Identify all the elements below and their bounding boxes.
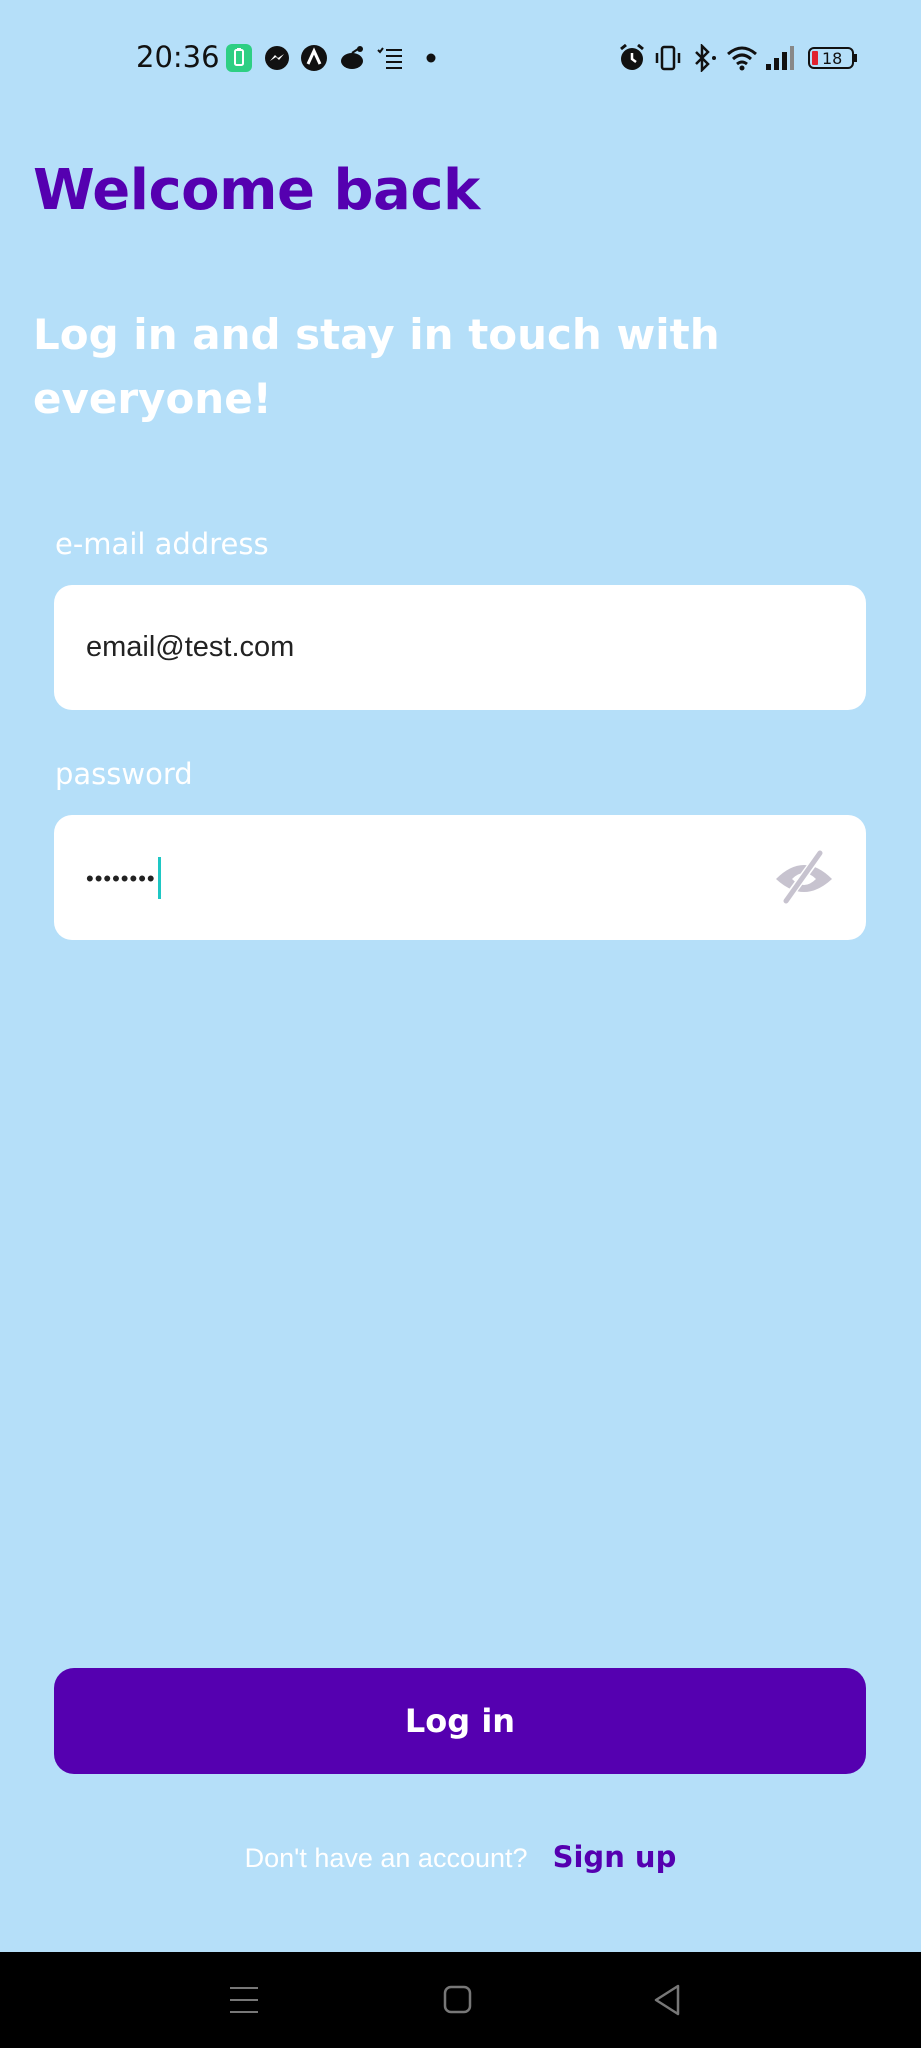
email-value: email@test.com xyxy=(86,631,295,663)
password-value: •••••••• xyxy=(86,866,156,891)
home-icon[interactable] xyxy=(442,1980,474,2020)
password-input-content: •••••••• xyxy=(86,815,161,940)
wifi-icon xyxy=(727,46,757,71)
login-button[interactable]: Log in xyxy=(54,1668,866,1774)
app-icon xyxy=(301,45,327,71)
email-label: e-mail address xyxy=(55,527,269,561)
alarm-icon xyxy=(620,44,644,70)
password-field[interactable]: •••••••• xyxy=(54,815,866,940)
status-bar: 20:36 18 xyxy=(0,0,921,118)
page-subtitle: Log in and stay in touch with everyone! xyxy=(33,310,720,423)
signal-icon xyxy=(766,46,794,70)
eye-off-icon[interactable] xyxy=(772,847,836,907)
battery-icon: 18 xyxy=(808,47,857,69)
signup-prompt: Don't have an account? xyxy=(244,1843,528,1873)
reddit-icon xyxy=(341,46,363,69)
text-caret xyxy=(157,857,161,900)
navigation-bar xyxy=(0,1952,921,2048)
bluetooth-icon xyxy=(695,44,716,72)
messenger-icon xyxy=(265,46,289,70)
email-field[interactable]: email@test.com xyxy=(54,585,866,710)
dot-icon xyxy=(426,53,436,63)
battery-saver-icon xyxy=(226,44,252,72)
vibrate-icon xyxy=(655,45,681,71)
checklist-icon xyxy=(377,47,402,69)
page-title: Welcome back xyxy=(33,158,480,223)
signup-link[interactable]: Sign up xyxy=(553,1840,677,1874)
back-icon[interactable] xyxy=(652,1980,684,2020)
menu-icon[interactable] xyxy=(228,1980,260,2020)
password-label: password xyxy=(55,757,193,791)
signup-row: Don't have an account? Sign up xyxy=(0,1840,921,1874)
status-time: 20:36 xyxy=(136,40,220,74)
battery-level: 18 xyxy=(822,49,842,68)
